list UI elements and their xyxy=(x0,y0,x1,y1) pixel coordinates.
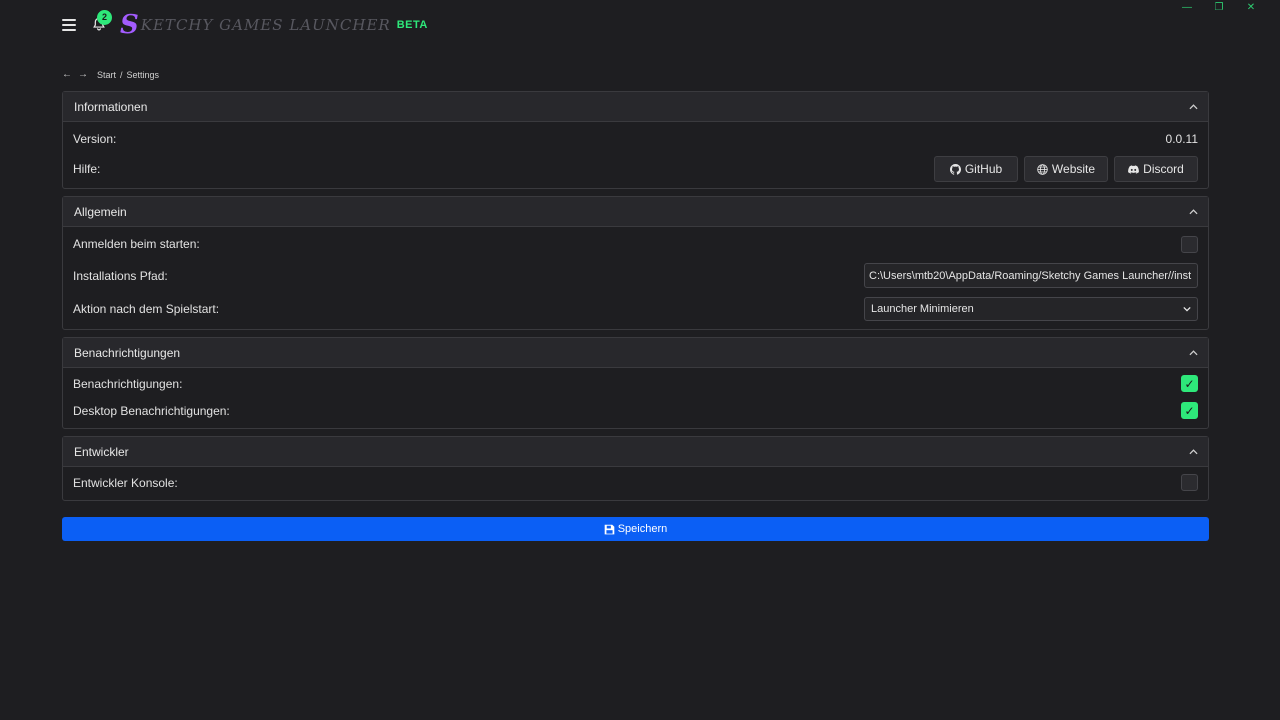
panel-benachrichtigungen: Benachrichtigungen Benachrichtigungen: ✓… xyxy=(62,337,1209,429)
developer-console-row: Entwickler Konsole: xyxy=(73,469,1198,496)
github-button[interactable]: GitHub xyxy=(934,156,1018,182)
action-after-start-row: Aktion nach dem Spielstart: Launcher Min… xyxy=(73,292,1198,325)
minimize-icon[interactable]: — xyxy=(1180,3,1194,13)
globe-icon xyxy=(1037,163,1048,175)
breadcrumb: ← → Start / Settings xyxy=(62,69,159,80)
chevron-up-icon[interactable] xyxy=(1189,103,1198,111)
panel-title: Benachrichtigungen xyxy=(74,345,181,360)
notifications-label: Benachrichtigungen: xyxy=(73,376,183,391)
notifications-bell[interactable]: 2 xyxy=(92,10,112,33)
hamburger-menu-icon[interactable] xyxy=(62,19,76,31)
logo-text: KETCHY GAMES LAUNCHER xyxy=(140,16,391,34)
panel-entwickler: Entwickler Entwickler Konsole: xyxy=(62,436,1209,501)
install-path-label: Installations Pfad: xyxy=(73,268,168,283)
window-controls: — ❐ ✕ xyxy=(1180,3,1258,13)
notifications-checkbox[interactable]: ✓ xyxy=(1181,375,1198,392)
action-after-start-label: Aktion nach dem Spielstart: xyxy=(73,301,220,316)
version-label: Version: xyxy=(73,132,117,146)
help-buttons: GitHub Website Discord xyxy=(934,156,1198,182)
panel-title: Informationen xyxy=(74,99,148,114)
breadcrumb-start[interactable]: Start xyxy=(97,70,116,80)
help-row: Hilfe: GitHub Website Discord xyxy=(73,154,1198,184)
login-on-start-row: Anmelden beim starten: xyxy=(73,229,1198,259)
panel-title: Allgemein xyxy=(74,204,127,219)
install-path-row: Installations Pfad: C:\Users\mtb20\AppDa… xyxy=(73,259,1198,292)
version-value: 0.0.11 xyxy=(1165,132,1198,146)
checkmark-icon: ✓ xyxy=(1184,376,1195,391)
help-label: Hilfe: xyxy=(73,162,101,176)
save-button[interactable]: Speichern xyxy=(62,517,1209,541)
github-icon xyxy=(949,163,961,175)
panel-title: Entwickler xyxy=(74,444,129,459)
login-on-start-checkbox[interactable] xyxy=(1181,235,1198,253)
forward-arrow-icon[interactable]: → xyxy=(78,69,88,80)
login-on-start-label: Anmelden beim starten: xyxy=(73,237,200,251)
logo-letter: S xyxy=(120,10,139,40)
beta-badge: BETA xyxy=(396,19,428,31)
desktop-notifications-label: Desktop Benachrichtigungen: xyxy=(73,403,230,418)
panel-header-allgemein[interactable]: Allgemein xyxy=(63,197,1208,227)
discord-icon xyxy=(1128,164,1140,174)
chevron-up-icon[interactable] xyxy=(1189,208,1198,216)
developer-console-checkbox[interactable] xyxy=(1181,474,1198,491)
settings-content: Informationen Version: 0.0.11 Hilfe: Git… xyxy=(62,91,1209,541)
desktop-notifications-checkbox[interactable]: ✓ xyxy=(1181,402,1198,419)
floppy-disk-icon xyxy=(604,524,615,534)
back-arrow-icon[interactable]: ← xyxy=(62,69,72,80)
discord-button[interactable]: Discord xyxy=(1114,156,1198,182)
version-row: Version: 0.0.11 xyxy=(73,124,1198,154)
install-path-input[interactable]: C:\Users\mtb20\AppData/Roaming/Sketchy G… xyxy=(864,263,1198,288)
panel-header-entwickler[interactable]: Entwickler xyxy=(63,437,1208,467)
top-bar: 2 S KETCHY GAMES LAUNCHER BETA xyxy=(62,10,428,40)
panel-informationen: Informationen Version: 0.0.11 Hilfe: Git… xyxy=(62,91,1209,189)
website-button[interactable]: Website xyxy=(1024,156,1108,182)
checkmark-icon: ✓ xyxy=(1184,403,1195,418)
maximize-icon[interactable]: ❐ xyxy=(1212,3,1226,13)
desktop-notifications-row: Desktop Benachrichtigungen: ✓ xyxy=(73,397,1198,424)
chevron-down-icon xyxy=(1183,306,1191,312)
notification-count-badge: 2 xyxy=(97,10,112,25)
close-icon[interactable]: ✕ xyxy=(1244,3,1258,13)
developer-console-label: Entwickler Konsole: xyxy=(73,475,178,490)
chevron-up-icon[interactable] xyxy=(1189,448,1198,456)
panel-header-informationen[interactable]: Informationen xyxy=(63,92,1208,122)
panel-header-benachrichtigungen[interactable]: Benachrichtigungen xyxy=(63,338,1208,368)
action-after-start-select[interactable]: Launcher Minimieren xyxy=(864,296,1198,321)
notifications-row: Benachrichtigungen: ✓ xyxy=(73,370,1198,397)
breadcrumb-current: Settings xyxy=(126,69,160,80)
breadcrumb-separator: / xyxy=(120,69,123,80)
panel-allgemein: Allgemein Anmelden beim starten: Install… xyxy=(62,196,1209,330)
chevron-up-icon[interactable] xyxy=(1189,349,1198,357)
